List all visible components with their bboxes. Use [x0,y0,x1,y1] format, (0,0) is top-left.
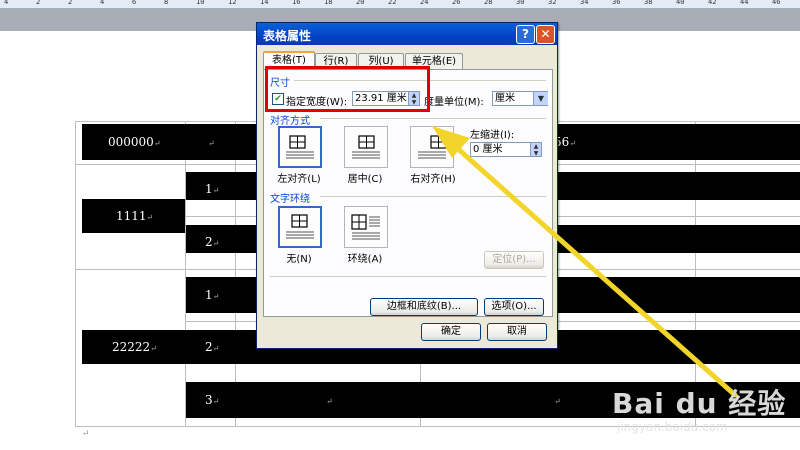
dialog-title-bar[interactable]: 表格属性 ? ✕ [257,23,557,45]
ruler-tick-label: 2 [68,0,73,6]
align-left-label: 左对齐(L) [277,174,321,185]
ruler-ticks: 4 2 2 4 6 8 10 12 14 16 18 20 22 24 26 28 30 32 34 36 38 40 42… [0,0,800,8]
borders-shading-button[interactable]: 边框和底纹(B)... [370,298,478,316]
ruler-tick-label: 40 [676,0,685,6]
alignment-section-label: 对齐方式 [270,116,310,127]
chevron-down-icon[interactable]: ▼ [533,92,548,105]
table-cell: 1↵ [205,288,220,302]
ruler-tick-label: 10 [196,0,205,6]
table-gridline [185,121,186,426]
ruler-tick-label: 38 [644,0,653,6]
ruler-tick-label: 30 [516,0,525,6]
align-right-option[interactable] [410,126,454,168]
horizontal-ruler[interactable]: 4 2 2 4 6 8 10 12 14 16 18 20 22 24 26 28 30 32 34 36 38 40 42… [0,0,800,9]
ruler-tick-label: 8 [164,0,169,6]
align-left-icon [286,135,314,159]
options-button[interactable]: 选项(O)... [484,298,544,316]
wrap-none-option[interactable] [278,206,322,248]
table-cell: 3↵ [205,393,220,407]
ruler-tick-label: 28 [484,0,493,6]
wrap-none-label: 无(N) [286,254,312,265]
table-cell: 1↵ [205,182,220,196]
paragraph-mark: ↵ [82,429,90,439]
table-cell: ↵ [554,397,561,406]
ruler-tick-label: 6 [132,0,137,6]
left-indent-label: 左缩进(I): [470,130,515,141]
ruler-tick-label: 24 [420,0,429,6]
align-left-option[interactable] [278,126,322,168]
ruler-tick-label: 34 [580,0,589,6]
wrap-none-icon [286,214,314,239]
ruler-tick-label: 22 [388,0,397,6]
ruler-tick-label: 4 [4,0,9,6]
table-cell: ↵ [326,397,333,406]
indent-spinner[interactable]: ▲ ▼ [530,143,541,157]
ruler-tick-label: 44 [740,0,749,6]
wrapping-section-label: 文字环绕 [270,194,310,205]
align-right-label: 右对齐(H) [410,174,456,185]
wrap-around-label: 环绕(A) [347,254,383,265]
ruler-tick-label: 46 [772,0,781,6]
table-gridline [75,121,76,426]
watermark-logo-text: Bai du 经验 [612,387,787,420]
help-button[interactable]: ? [516,25,535,44]
wrap-around-option[interactable] [344,206,388,248]
dialog-title: 表格属性 [263,29,312,43]
section-divider [270,276,546,277]
table-gridline [695,121,696,426]
ok-button[interactable]: 确定 [421,323,481,341]
ruler-tick-label: 12 [228,0,237,6]
highlight-box [265,66,430,112]
close-button[interactable]: ✕ [536,25,555,44]
wrap-around-icon [351,214,380,240]
position-button[interactable]: 定位(P)... [484,251,544,269]
ruler-tick-label: 16 [292,0,301,6]
ruler-tick-label: 18 [324,0,333,6]
cancel-button[interactable]: 取消 [487,323,547,341]
ruler-tick-label: 2 [36,0,41,6]
section-divider [320,196,546,197]
align-center-icon [352,135,380,159]
ruler-tick-label: 42 [708,0,717,6]
table-cell: 2↵ [205,340,220,354]
ruler-tick-label: 26 [452,0,461,6]
table-cell: 1111↵ [116,209,154,223]
table-cell: ↵ [208,139,215,148]
table-gridline [235,121,236,426]
section-divider [320,118,546,119]
align-right-icon [418,135,447,159]
align-center-label: 居中(C) [347,174,383,185]
table-cell: 22222↵ [112,340,157,354]
watermark-url: jingyan.baidu.com [617,420,728,434]
ruler-tick-label: 36 [612,0,621,6]
table-cell: 000000↵ [108,135,161,149]
ruler-tick-label: 32 [548,0,557,6]
measure-unit-label: 度量单位(M): [424,97,484,108]
align-center-option[interactable] [344,126,388,168]
ruler-tick-label: 20 [356,0,365,6]
baidu-watermark: Bai du 经验 jingyan.baidu.com [612,382,792,442]
table-cell: 2↵ [205,235,220,249]
ruler-tick-label: 4 [100,0,105,6]
ruler-tick-label: 14 [260,0,269,6]
